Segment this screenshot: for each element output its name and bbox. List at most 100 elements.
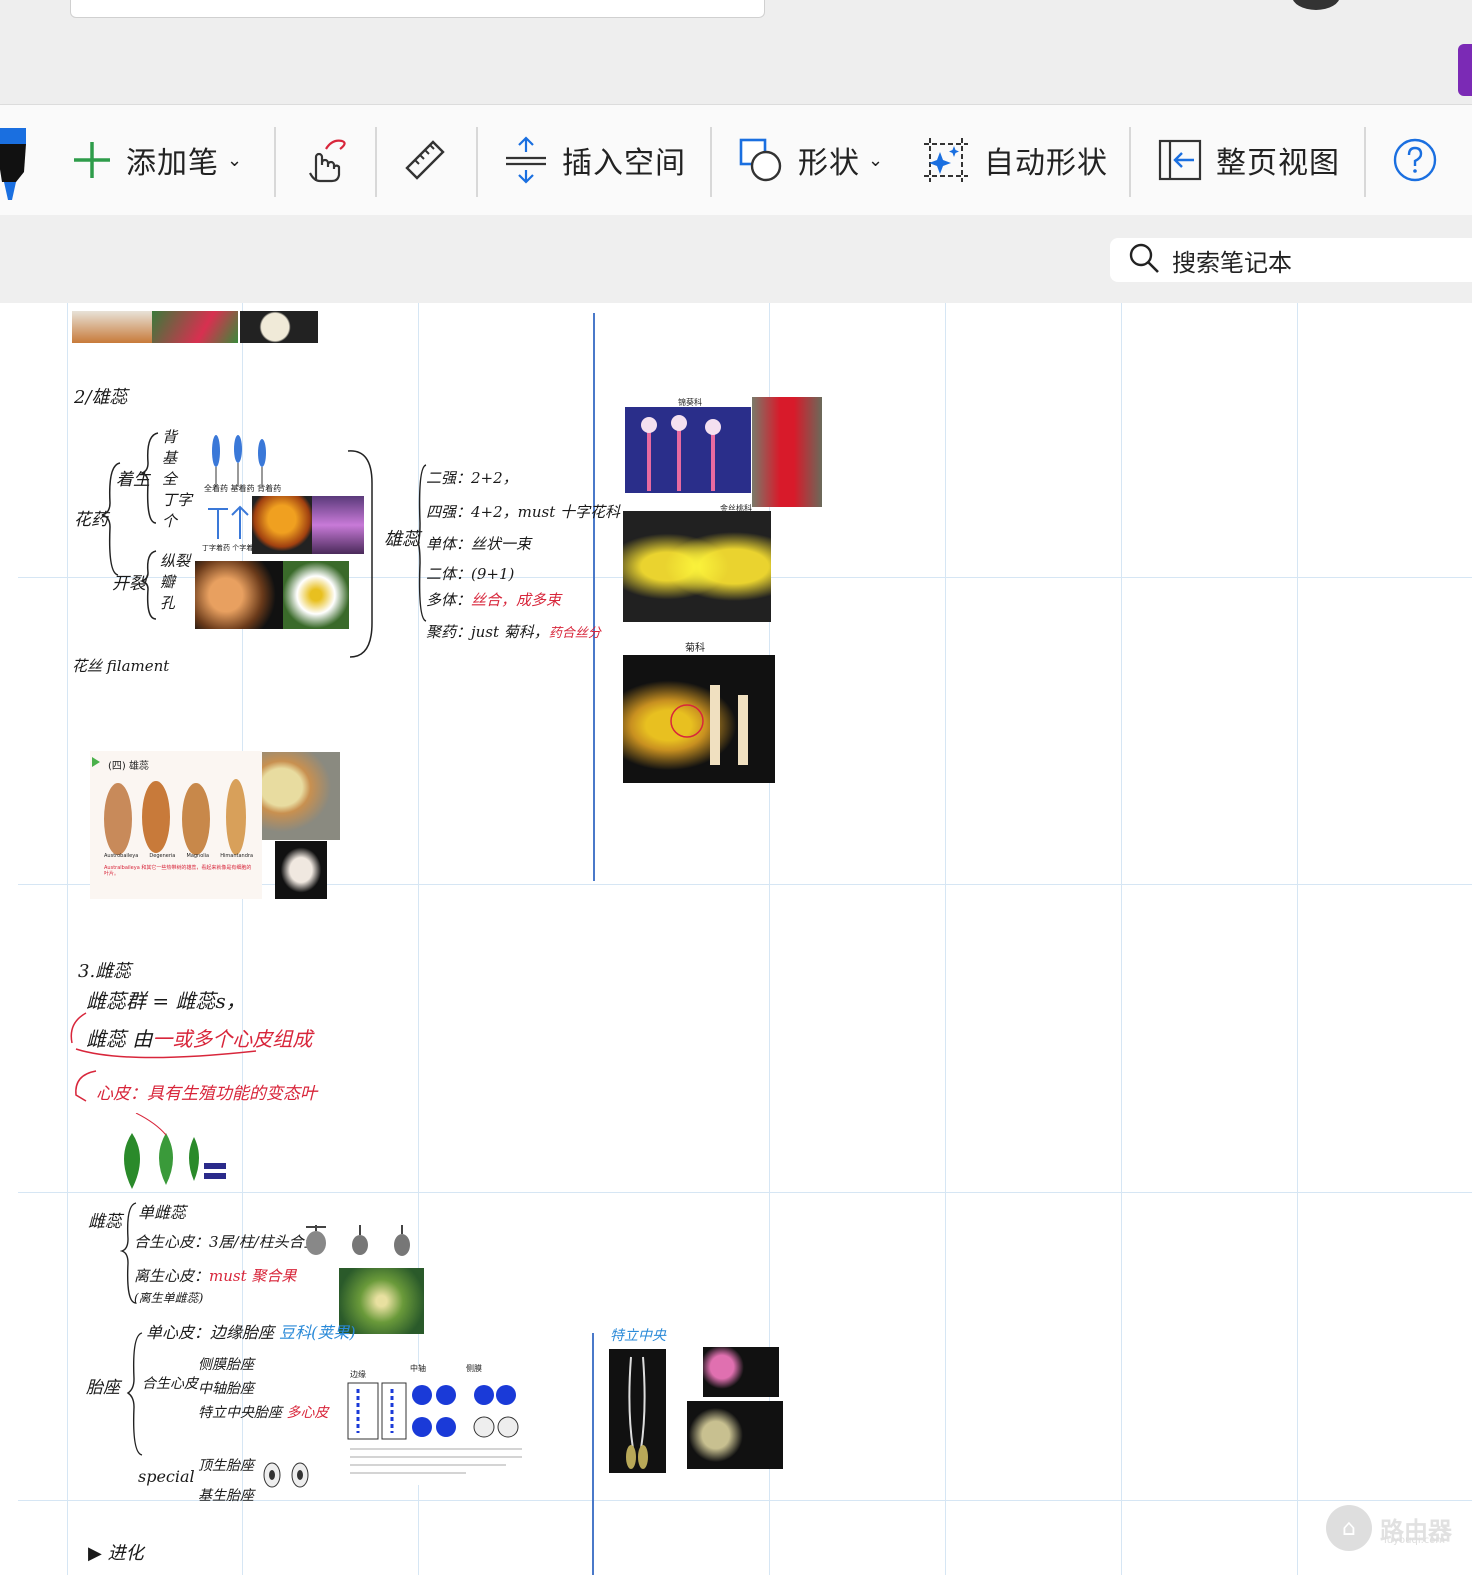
search-icon bbox=[1128, 242, 1160, 278]
photo[interactable] bbox=[687, 1401, 783, 1469]
search-notebook[interactable]: 搜索笔记本 bbox=[1110, 238, 1472, 282]
ovary-diagram bbox=[263, 1462, 309, 1488]
ink-divider bbox=[593, 313, 595, 881]
ink-brace bbox=[126, 1332, 143, 1456]
insert-space-label: 插入空间 bbox=[562, 146, 686, 181]
separator bbox=[1129, 127, 1131, 197]
watermark-sub: luyouqi.com bbox=[1384, 1535, 1446, 1546]
photo[interactable] bbox=[752, 397, 822, 507]
photo[interactable] bbox=[609, 1349, 666, 1473]
note-text: ▶ 进化 bbox=[88, 1543, 144, 1564]
separator bbox=[375, 127, 377, 197]
side-tab[interactable] bbox=[1458, 44, 1472, 96]
photo[interactable] bbox=[195, 561, 283, 629]
carpel-diagram bbox=[124, 1113, 226, 1189]
search-placeholder: 搜索笔记本 bbox=[1172, 248, 1292, 277]
pen-icon bbox=[0, 120, 30, 200]
photo[interactable] bbox=[623, 511, 771, 622]
note-text: 二体：(9+1) bbox=[426, 565, 515, 583]
ruler-button[interactable] bbox=[403, 105, 447, 215]
chevron-down-icon: ⌄ bbox=[868, 149, 884, 171]
full-page-view-label: 整页视图 bbox=[1216, 146, 1340, 181]
photo[interactable] bbox=[252, 496, 312, 554]
caption: 菊科 bbox=[685, 643, 705, 654]
note-text: 心皮：具有生殖功能的变态叶 bbox=[96, 1084, 317, 1104]
note-text: 四强：4+2，must 十字花科 bbox=[426, 503, 621, 521]
chevron-down-icon: ⌄ bbox=[227, 149, 243, 171]
photo[interactable] bbox=[275, 841, 327, 899]
note-text: 合生心皮 bbox=[142, 1376, 198, 1392]
note-text: 雌蕊 bbox=[88, 1212, 122, 1232]
avatar[interactable] bbox=[1292, 0, 1340, 10]
help-button[interactable] bbox=[1392, 105, 1438, 215]
ink-divider bbox=[592, 1333, 594, 1575]
photo[interactable] bbox=[312, 496, 364, 554]
separator bbox=[476, 127, 478, 197]
note-text: 胎座 bbox=[86, 1378, 120, 1398]
full-page-icon bbox=[1158, 139, 1202, 181]
photo[interactable] bbox=[262, 752, 340, 840]
caption: 边缘 bbox=[350, 1370, 366, 1379]
placenta-diagram[interactable] bbox=[346, 1365, 524, 1485]
anther-diagram bbox=[212, 435, 266, 487]
router-logo-icon: ⌂ bbox=[1326, 1505, 1372, 1551]
note-text: 多体：丝合，成多束 bbox=[426, 591, 562, 609]
note-text: 聚药：just 菊科，药合丝分 bbox=[426, 623, 601, 641]
add-pen-label: 添加笔 bbox=[126, 146, 219, 181]
note-list: 顶生胎座 基生胎座 bbox=[198, 1458, 254, 1504]
touch-draw-button[interactable] bbox=[302, 105, 348, 215]
pistil-diagram bbox=[306, 1225, 410, 1256]
photo[interactable] bbox=[703, 1347, 779, 1397]
plus-icon bbox=[72, 140, 112, 180]
note-list: 侧膜胎座 中轴胎座 特立中央胎座 多心皮 bbox=[198, 1357, 329, 1421]
caption: 侧膜 bbox=[466, 1364, 482, 1373]
note-text: 单雌蕊 bbox=[138, 1203, 187, 1222]
section-title: 3.雌蕊 bbox=[78, 961, 132, 982]
add-pen-button[interactable]: 添加笔 ⌄ bbox=[72, 105, 242, 215]
help-icon bbox=[1392, 137, 1438, 183]
caption: Australbaileya 和其它一些热带树的雄蕊，看起来就像是有细胞的叶片。 bbox=[104, 865, 252, 877]
ink-loop bbox=[70, 1012, 257, 1059]
pen-tool[interactable] bbox=[0, 105, 30, 215]
shapes-label: 形状 bbox=[798, 146, 860, 181]
caption: 全着药 基着药 背着药 bbox=[204, 484, 282, 493]
note-text: 离生心皮：must 聚合果 bbox=[134, 1267, 297, 1285]
note-text: (离生单雌蕊) bbox=[134, 1291, 204, 1305]
full-page-view-button[interactable]: 整页视图 bbox=[1158, 105, 1340, 215]
title-area bbox=[0, 0, 1472, 103]
note-text: 单体：丝状一束 bbox=[426, 535, 532, 553]
separator bbox=[710, 127, 712, 197]
note-text: 特立中央 bbox=[610, 1328, 666, 1344]
anther-diagram bbox=[208, 505, 249, 539]
separator bbox=[274, 127, 276, 197]
slide-title: (四) 雄蕊 bbox=[108, 761, 149, 772]
caption: Austrobaileya Degeneria Magnolia Himanta… bbox=[104, 853, 254, 859]
photo[interactable] bbox=[283, 561, 349, 629]
auto-shapes-button[interactable]: 自动形状 bbox=[922, 105, 1108, 215]
auto-shapes-icon bbox=[922, 136, 970, 184]
title-input[interactable] bbox=[70, 0, 765, 18]
ink-brace bbox=[120, 1202, 137, 1304]
caption: 中轴 bbox=[410, 1364, 426, 1373]
insert-space-button[interactable]: 插入空间 bbox=[504, 105, 686, 215]
insert-space-icon bbox=[504, 136, 548, 184]
note-text: 单心皮：边缘胎座 豆科(荚果) bbox=[146, 1323, 356, 1342]
photo[interactable] bbox=[623, 655, 775, 783]
touch-draw-icon bbox=[302, 137, 348, 183]
auto-shapes-label: 自动形状 bbox=[984, 146, 1108, 181]
separator bbox=[1364, 127, 1366, 197]
note-text: 合生心皮：3居/柱/柱头合生 bbox=[134, 1233, 319, 1251]
section-title: 2/雄蕊 bbox=[74, 387, 128, 408]
shapes-button[interactable]: 形状 ⌄ bbox=[738, 105, 883, 215]
note-text: special bbox=[138, 1467, 195, 1486]
photo[interactable] bbox=[152, 311, 238, 343]
watermark: ⌂ 路由器 luyouqi.com bbox=[1326, 1505, 1452, 1551]
photo[interactable] bbox=[240, 311, 318, 343]
shapes-icon bbox=[738, 137, 784, 183]
photo[interactable] bbox=[72, 311, 152, 343]
note-text: 雄蕊 bbox=[384, 529, 420, 550]
ruler-icon bbox=[403, 138, 447, 182]
photo[interactable] bbox=[625, 407, 751, 493]
note-canvas[interactable]: 2/雄蕊 花药 着生 背基全丁字个 开裂 纵裂瓣孔 花丝 filament 全着… bbox=[0, 303, 1472, 1575]
note-text: 二强：2+2， bbox=[426, 469, 518, 487]
